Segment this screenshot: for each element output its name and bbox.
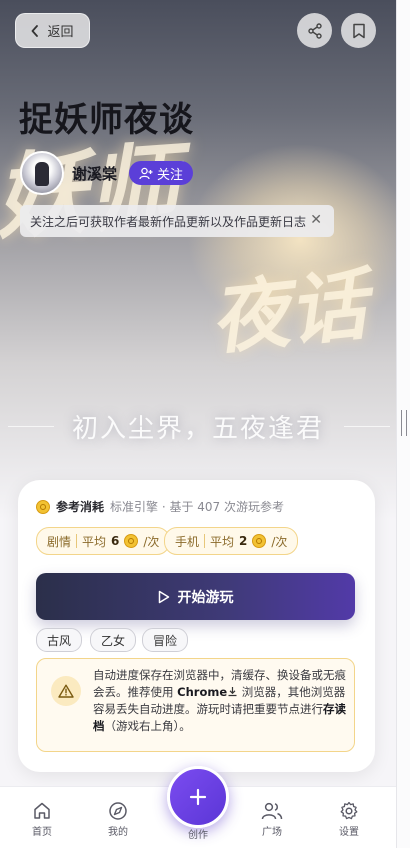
play-icon	[158, 590, 169, 603]
pill-suffix: /次	[271, 534, 288, 549]
cost-pill-story: 剧情 平均 6 /次	[36, 527, 171, 555]
pill-suffix: /次	[143, 534, 160, 549]
hero-banner: 妖师 夜话 初入尘界，五夜逢君	[0, 0, 396, 520]
author-name[interactable]: 谢溪棠	[72, 163, 117, 184]
pill-value: 6	[111, 534, 120, 548]
pill-name: 剧情	[47, 534, 72, 549]
bookmark-button[interactable]	[341, 13, 376, 48]
coin-icon	[124, 534, 139, 548]
users-icon	[261, 802, 283, 820]
pill-prefix: 平均	[82, 534, 107, 549]
nav-home[interactable]: 首页	[17, 801, 67, 838]
back-label: 返回	[47, 25, 74, 40]
start-play-button[interactable]: 开始游玩	[36, 573, 355, 620]
story-title: 捉妖师夜谈	[19, 100, 194, 140]
cost-subtext: 标准引擎 · 基于 407 次游玩参考	[110, 500, 284, 514]
avatar[interactable]	[20, 151, 64, 195]
follow-tip-text: 关注之后可获取作者最新作品更新以及作品更新日志	[30, 214, 307, 229]
hero-subtitle: 初入尘界，五夜逢君	[71, 414, 324, 444]
hero-brush-text-2: 夜话	[206, 259, 372, 366]
nav-create-label: 创作	[188, 830, 208, 841]
cost-row: 参考消耗 标准引擎 · 基于 407 次游玩参考	[36, 498, 284, 515]
nav-mine[interactable]: 我的	[93, 801, 143, 838]
coin-icon	[36, 499, 50, 514]
pill-name: 手机	[175, 534, 200, 549]
warning-text: 自动进度保存在浏览器中，清缓存、换设备或无痕会丢。推荐使用 Chrome 浏览器…	[93, 667, 349, 735]
plus-icon	[189, 788, 207, 806]
chevron-left-icon	[32, 24, 39, 37]
share-button[interactable]	[297, 13, 332, 48]
pill-value: 2	[239, 534, 248, 548]
tag-item[interactable]: 冒险	[142, 628, 189, 652]
back-button[interactable]: 返回	[15, 13, 90, 48]
create-button[interactable]	[167, 766, 229, 828]
compass-icon	[109, 802, 127, 820]
follow-button[interactable]: 关注	[129, 161, 194, 185]
nav-plaza-label: 广场	[262, 827, 282, 838]
app-screen: 妖师 夜话 初入尘界，五夜逢君 返回 捉妖师夜谈 谢溪棠 关注 关注之后可获取作…	[0, 0, 410, 848]
tag-item[interactable]: 古风	[36, 628, 83, 652]
add-user-icon	[139, 167, 153, 179]
author-row: 谢溪棠 关注	[20, 151, 194, 195]
scrollbar-grip[interactable]	[401, 410, 407, 436]
follow-tip: 关注之后可获取作者最新作品更新以及作品更新日志 ✕	[20, 205, 334, 237]
nav-settings[interactable]: 设置	[324, 801, 374, 838]
tag-item[interactable]: 乙女	[90, 628, 137, 652]
nav-plaza[interactable]: 广场	[247, 801, 297, 838]
download-icon	[228, 687, 237, 697]
coin-icon	[252, 534, 267, 548]
warning-icon	[51, 676, 81, 706]
cost-pill-mobile: 手机 平均 2 /次	[164, 527, 299, 555]
close-icon[interactable]: ✕	[310, 212, 322, 228]
bookmark-icon	[352, 23, 365, 38]
gear-icon	[340, 801, 358, 820]
nav-settings-label: 设置	[339, 827, 359, 838]
cost-label: 参考消耗	[56, 500, 105, 514]
start-play-label: 开始游玩	[177, 589, 234, 606]
home-icon	[34, 802, 50, 819]
warning-text-part3: （游戏右上角）。	[104, 719, 191, 733]
play-card: 参考消耗 标准引擎 · 基于 407 次游玩参考 剧情 平均 6 /次 手机 平…	[18, 480, 375, 772]
nav-home-label: 首页	[32, 827, 52, 838]
chrome-label: Chrome	[177, 685, 228, 699]
pill-prefix: 平均	[210, 534, 235, 549]
nav-mine-label: 我的	[108, 827, 128, 838]
follow-label: 关注	[157, 167, 184, 183]
save-warning: 自动进度保存在浏览器中，清缓存、换设备或无痕会丢。推荐使用 Chrome 浏览器…	[36, 658, 355, 752]
share-icon	[307, 22, 322, 39]
